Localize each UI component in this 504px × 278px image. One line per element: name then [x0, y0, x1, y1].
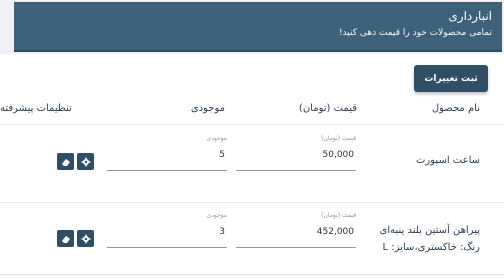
column-header-name: نام محصول: [431, 103, 480, 114]
stock-field-label: موجودی: [206, 212, 228, 219]
stock-field-label: موجودی: [206, 135, 228, 142]
eraser-button[interactable]: [57, 230, 74, 247]
page-title: انبارداری: [448, 9, 492, 23]
price-field-label: قیمت (تومان): [321, 135, 356, 142]
price-value: 50,000: [322, 150, 355, 160]
column-header-stock: موجودی: [190, 103, 225, 114]
row-divider: [0, 202, 504, 203]
eraser-icon: [61, 158, 70, 166]
save-changes-button[interactable]: ثبت تغییرات: [414, 65, 488, 92]
header-divider: [0, 124, 504, 125]
stock-field[interactable]: موجودی 5: [107, 135, 227, 171]
settings-button[interactable]: [77, 230, 94, 247]
price-value: 452,000: [316, 227, 354, 237]
row-actions: [57, 230, 94, 247]
eraser-button[interactable]: [57, 153, 74, 170]
product-name: پیراهن آستین بلند پنبه‌ای رنگ: خاکستری،س…: [380, 222, 480, 256]
product-variant: رنگ: خاکستری،سایز: L: [382, 242, 480, 253]
price-field[interactable]: قیمت (تومان) 452,000: [236, 212, 356, 248]
inventory-card: ثبت تغییرات نام محصول قیمت (تومان) موجود…: [0, 54, 504, 278]
gear-icon: [81, 234, 90, 243]
product-name: ساعت اسپورت: [416, 155, 480, 166]
stock-value: 5: [219, 150, 225, 160]
page-header: انبارداری تمامی محصولات خود را قیمت دهی …: [14, 2, 502, 52]
price-field-label: قیمت (تومان): [321, 212, 356, 219]
page-subtitle: تمامی محصولات خود را قیمت دهی کنید!: [338, 28, 492, 38]
column-header-advanced: تنظیمات پیشرفته: [0, 103, 72, 114]
price-field[interactable]: قیمت (تومان) 50,000: [236, 135, 356, 171]
row-actions: [57, 153, 94, 170]
eraser-icon: [61, 235, 70, 243]
stock-field[interactable]: موجودی 3: [107, 212, 227, 248]
stock-value: 3: [219, 227, 225, 237]
product-name-line: پیراهن آستین بلند پنبه‌ای: [379, 225, 480, 236]
row-divider: [0, 274, 504, 275]
settings-button[interactable]: [77, 153, 94, 170]
gear-icon: [81, 157, 90, 166]
column-header-price: قیمت (تومان): [298, 103, 357, 114]
